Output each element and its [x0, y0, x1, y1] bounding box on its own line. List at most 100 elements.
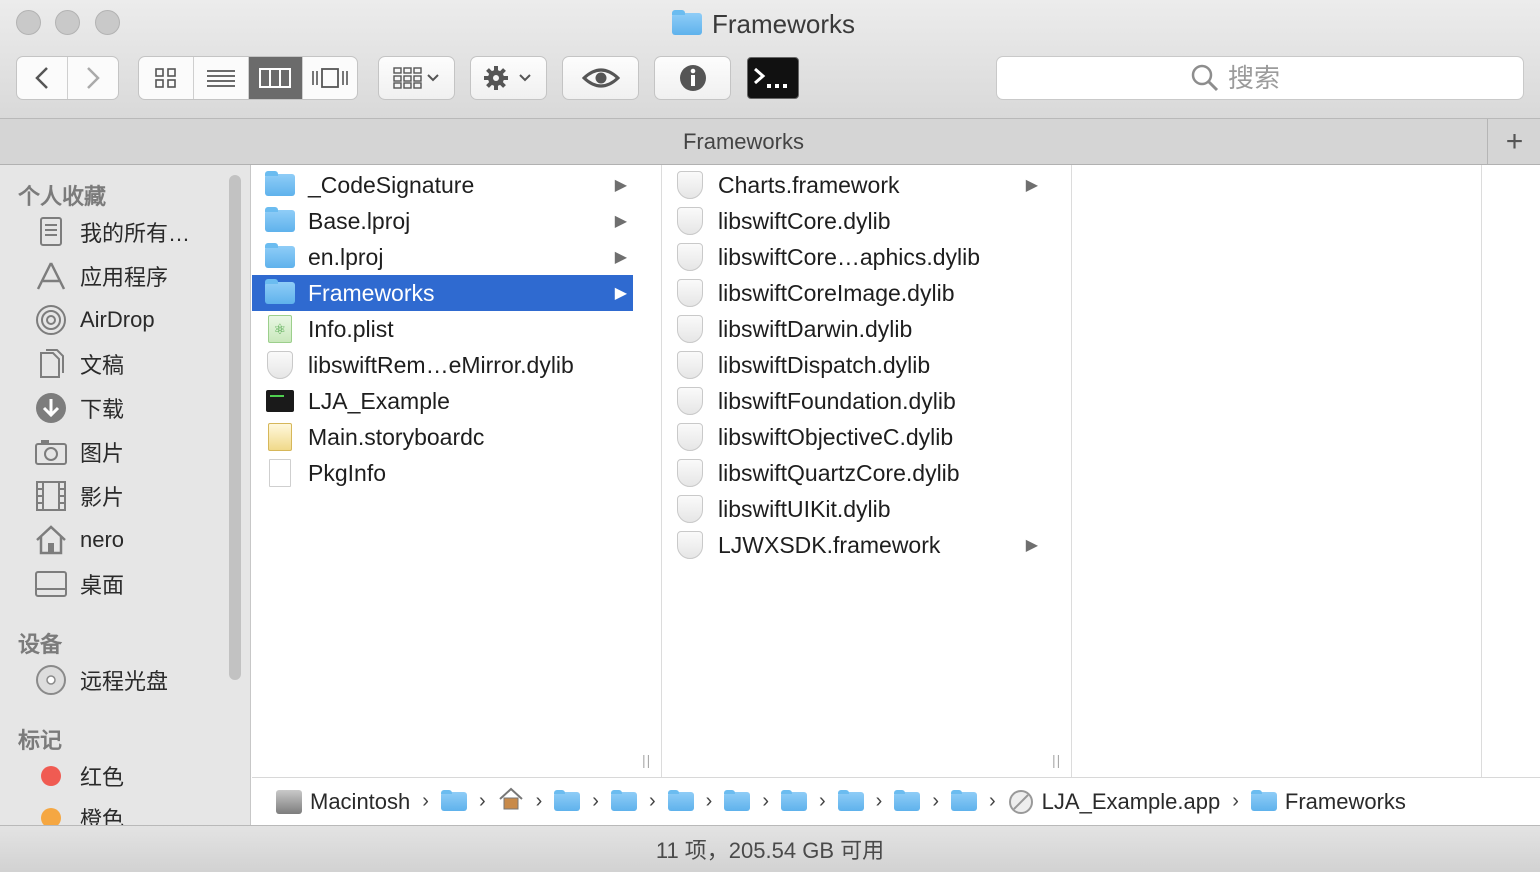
- search-field[interactable]: [996, 56, 1524, 100]
- status-text: 11 项，205.54 GB 可用: [655, 838, 885, 863]
- sidebar-item-movies[interactable]: 影片: [34, 476, 234, 516]
- sidebar-item-all-files[interactable]: 我的所有…: [34, 212, 234, 252]
- list-item[interactable]: _CodeSignature ▶: [252, 167, 633, 203]
- list-item[interactable]: Charts.framework ▶: [662, 167, 1044, 203]
- back-button[interactable]: [17, 57, 68, 99]
- list-item[interactable]: libswiftQuartzCore.dylib: [662, 455, 1044, 491]
- app-icon: [1008, 789, 1033, 814]
- action-button[interactable]: [470, 56, 547, 100]
- list-item[interactable]: libswiftObjectiveC.dylib: [662, 419, 1044, 455]
- item-name: Charts.framework: [718, 171, 900, 198]
- framework-icon: [677, 171, 703, 199]
- item-name: Info.plist: [308, 315, 394, 342]
- list-item[interactable]: LJA_Example: [252, 383, 633, 419]
- toolbar: Frameworks: [0, 0, 1540, 119]
- sidebar-item-tag-red[interactable]: 红色: [34, 756, 234, 796]
- item-name: libswiftRem…eMirror.dylib: [308, 351, 574, 378]
- icon-view-button[interactable]: [139, 57, 194, 99]
- folder-icon[interactable]: [951, 789, 977, 811]
- path-item-root[interactable]: Macintosh: [276, 789, 410, 815]
- item-name: libswiftUIKit.dylib: [718, 495, 891, 522]
- terminal-button[interactable]: [747, 57, 799, 99]
- storyboard-icon: [268, 423, 292, 451]
- folder-icon[interactable]: [667, 789, 694, 811]
- dylib-icon: [677, 423, 703, 451]
- list-item[interactable]: Base.lproj ▶: [252, 203, 633, 239]
- sidebar-item-remote-disc[interactable]: 远程光盘: [34, 660, 234, 700]
- list-item[interactable]: PkgInfo: [252, 455, 633, 491]
- sidebar-item-label: 我的所有…: [80, 221, 191, 246]
- list-item[interactable]: libswiftUIKit.dylib: [662, 491, 1044, 527]
- path-separator-icon: ›: [422, 790, 429, 812]
- list-item[interactable]: libswiftFoundation.dylib: [662, 383, 1044, 419]
- column-1: _CodeSignature ▶ Base.lproj ▶ en.lproj ▶…: [252, 165, 633, 777]
- quick-look-button[interactable]: [562, 56, 639, 100]
- list-item[interactable]: en.lproj ▶: [252, 239, 633, 275]
- list-item[interactable]: libswiftCoreImage.dylib: [662, 275, 1044, 311]
- column-4-area: [1482, 165, 1540, 777]
- dylib-icon: [677, 243, 703, 271]
- list-item[interactable]: LJWXSDK.framework ▶: [662, 527, 1044, 563]
- column-3-area: [1072, 165, 1482, 777]
- list-item[interactable]: Main.storyboardc: [252, 419, 633, 455]
- dylib-icon: [677, 315, 703, 343]
- zoom-button[interactable]: [95, 10, 120, 35]
- sidebar-item-label: 应用程序: [80, 265, 169, 290]
- list-item[interactable]: libswiftDispatch.dylib: [662, 347, 1044, 383]
- sidebar-item-label: 桌面: [80, 573, 125, 598]
- tag-dot-icon: [34, 760, 68, 792]
- sidebar-item-tag-orange[interactable]: 橙色: [34, 798, 234, 825]
- column-view-button[interactable]: [248, 57, 304, 99]
- list-item[interactable]: libswiftDarwin.dylib: [662, 311, 1044, 347]
- cover-flow-icon: [312, 68, 348, 88]
- window-title: Frameworks: [672, 6, 855, 42]
- sidebar-item-desktop[interactable]: 桌面: [34, 564, 234, 604]
- disclosure-arrow-icon: ▶: [1025, 177, 1038, 194]
- path-item-current[interactable]: Frameworks: [1250, 789, 1406, 815]
- search-icon: [1191, 64, 1219, 92]
- search-input[interactable]: [1226, 61, 1330, 95]
- list-item[interactable]: ⚛ Info.plist: [252, 311, 633, 347]
- minimize-button[interactable]: [55, 10, 80, 35]
- sidebar-item-label: AirDrop: [80, 307, 155, 332]
- tab-frameworks[interactable]: Frameworks: [0, 119, 1487, 164]
- folder-icon[interactable]: [724, 789, 751, 811]
- sidebar-item-pictures[interactable]: 图片: [34, 432, 234, 472]
- close-button[interactable]: [16, 10, 41, 35]
- path-separator-icon: ›: [535, 790, 543, 812]
- get-info-button[interactable]: [654, 56, 731, 100]
- sidebar-item-home[interactable]: nero: [34, 520, 234, 560]
- forward-button[interactable]: [68, 57, 118, 99]
- list-item[interactable]: libswiftCore…aphics.dylib: [662, 239, 1044, 275]
- folder-icon[interactable]: [610, 789, 637, 811]
- group-icon: [392, 67, 439, 89]
- sidebar-scrollbar[interactable]: [229, 175, 241, 680]
- folder-icon[interactable]: [554, 789, 581, 811]
- sidebar-item-documents[interactable]: 文稿: [34, 344, 234, 384]
- cover-flow-button[interactable]: [303, 57, 357, 99]
- sidebar-item-downloads[interactable]: 下载: [34, 388, 234, 428]
- column-resize-handle[interactable]: ||: [642, 752, 652, 770]
- folder-icon[interactable]: [780, 789, 807, 811]
- sidebar-item-airdrop[interactable]: AirDrop: [34, 300, 234, 340]
- list-view-button[interactable]: [194, 57, 249, 99]
- home-icon[interactable]: [498, 787, 524, 817]
- item-name: libswiftDispatch.dylib: [718, 351, 931, 378]
- folder-icon[interactable]: [837, 789, 864, 811]
- movies-icon: [34, 480, 68, 512]
- sidebar-item-applications[interactable]: 应用程序: [34, 256, 234, 296]
- sidebar-header-devices: 设备: [18, 632, 63, 657]
- folder-icon: [265, 279, 295, 304]
- group-button[interactable]: [378, 56, 455, 100]
- list-item[interactable]: libswiftCore.dylib: [662, 203, 1044, 239]
- folder-icon[interactable]: [894, 789, 921, 811]
- column-resize-handle[interactable]: ||: [1052, 752, 1062, 770]
- user-folder-icon[interactable]: [440, 789, 467, 811]
- list-item[interactable]: libswiftRem…eMirror.dylib: [252, 347, 633, 383]
- info-icon: [679, 65, 706, 91]
- chevron-left-icon: [35, 67, 48, 89]
- path-item-app[interactable]: LJA_Example.app: [1008, 789, 1220, 815]
- new-tab-button[interactable]: +: [1487, 119, 1540, 164]
- list-item-selected[interactable]: Frameworks ▶: [252, 275, 633, 311]
- finder-window: Frameworks 搜索 Frameworks + 个人收藏 我的所有… 应用…: [0, 0, 1540, 872]
